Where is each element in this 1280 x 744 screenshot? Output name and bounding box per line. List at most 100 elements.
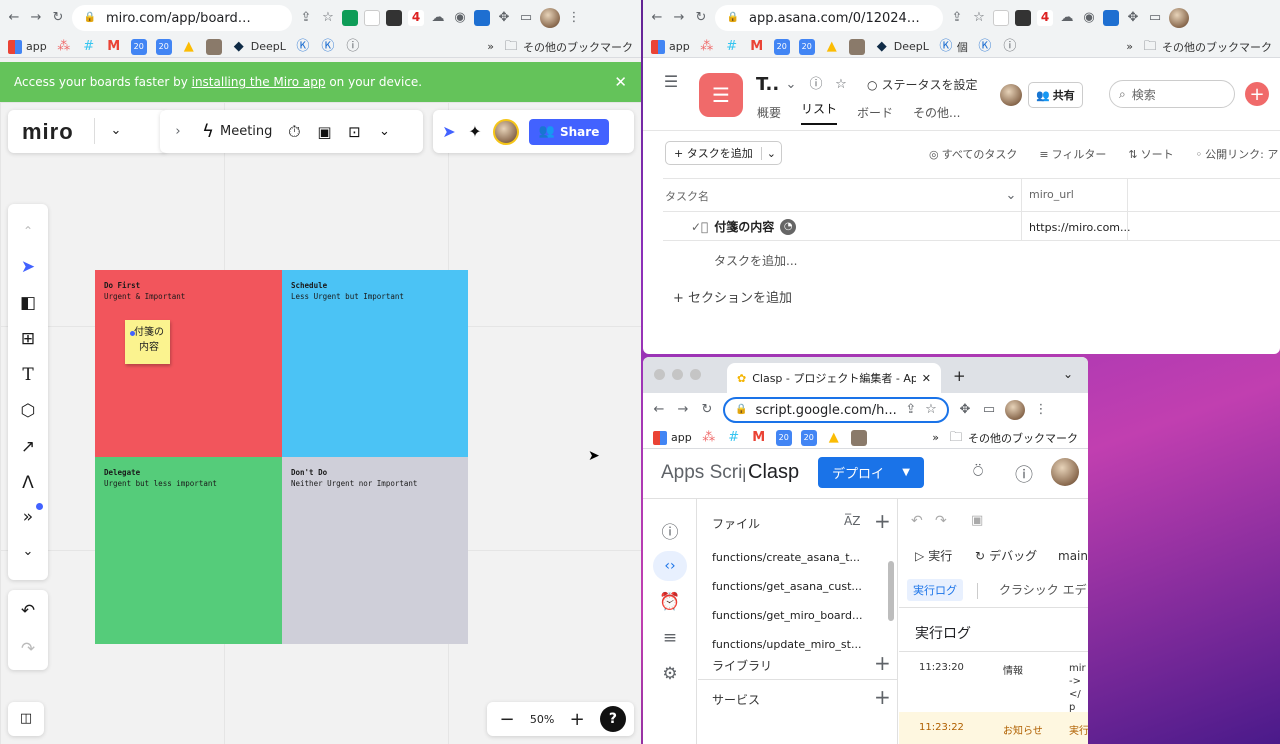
calendar2-bookmark-icon[interactable]: 20 <box>155 38 172 55</box>
k-bookmark-icon[interactable]: Ⓚ <box>295 39 311 55</box>
miro-address-bar[interactable]: 🔒 miro.com/app/board… <box>72 5 292 31</box>
title-chevron-icon[interactable]: ⌄ <box>783 77 799 93</box>
drive-bookmark-icon[interactable]: ▲ <box>824 39 840 55</box>
quadrant-dont-do[interactable]: Don't Do Neither Urgent nor Important <box>282 457 468 644</box>
help-button[interactable]: ? <box>599 706 626 732</box>
drive-bookmark-icon[interactable]: ▲ <box>181 39 197 55</box>
sidepanel-icon[interactable]: ▭ <box>981 402 997 418</box>
zoom-out-icon[interactable]: − <box>495 709 519 730</box>
miro-user-avatar[interactable] <box>493 118 519 145</box>
back-icon[interactable]: ← <box>6 10 22 26</box>
col-header-task-name[interactable]: タスク名 <box>665 188 709 204</box>
slack-bookmark-icon[interactable]: # <box>81 39 97 55</box>
bookmark-ext-icon[interactable] <box>1015 10 1031 26</box>
bookmark-overflow[interactable]: » <box>1126 40 1133 53</box>
menu-icon[interactable]: ⋮ <box>566 10 582 26</box>
bookmark-overflow[interactable]: » <box>932 431 939 444</box>
cloud-ext-icon[interactable]: ☁ <box>1059 10 1075 26</box>
bookmark-deepl[interactable]: ◆ DeepL <box>231 39 286 55</box>
info-bookmark-icon[interactable]: ⓘ <box>1002 39 1018 55</box>
bookmark-other[interactable]: 🗀 その他のブックマーク <box>503 39 633 55</box>
forward-icon[interactable]: → <box>28 10 44 26</box>
chrome-avatar[interactable] <box>1005 400 1025 420</box>
video-icon[interactable]: ▣ <box>316 124 332 140</box>
file-item[interactable]: functions/get_miro_board... <box>712 609 862 622</box>
photo-bookmark-icon[interactable] <box>850 429 867 446</box>
undo-icon[interactable]: ↶ <box>17 600 39 622</box>
bookmark-other[interactable]: 🗀 その他のブックマーク <box>1142 39 1272 55</box>
zoom-level[interactable]: 50% <box>530 713 554 726</box>
shape-tool-icon[interactable]: ⬡ <box>17 400 39 422</box>
file-item[interactable]: functions/update_miro_st... <box>712 638 861 651</box>
add-user-icon[interactable]: ⍥ <box>973 462 983 482</box>
banner-install-link[interactable]: installing the Miro app <box>192 75 326 89</box>
chrome-avatar[interactable] <box>1169 8 1189 28</box>
task-url-cell[interactable]: https://miro.com... <box>1029 221 1131 234</box>
add-service-icon[interactable]: + <box>874 685 891 709</box>
traffic-close[interactable] <box>654 369 665 380</box>
four-ext-icon[interactable]: 4 <box>1037 10 1053 26</box>
asana-bookmark-icon[interactable]: ⁂ <box>699 39 715 55</box>
function-select[interactable]: main <box>1058 549 1088 563</box>
back-icon[interactable]: ← <box>651 402 667 418</box>
celebrate-icon[interactable]: ✦ <box>467 123 483 140</box>
chrome-avatar[interactable] <box>540 8 560 28</box>
calendar2-bookmark-icon[interactable]: 20 <box>800 429 817 446</box>
puzzle-icon[interactable]: ✥ <box>496 10 512 26</box>
photo-bookmark-icon[interactable] <box>848 38 865 55</box>
apps-script-brand[interactable]: Apps Script <box>661 462 745 484</box>
windows-ext-icon[interactable] <box>474 10 490 26</box>
info-bookmark-icon[interactable]: ⓘ <box>345 39 361 55</box>
back-icon[interactable]: ← <box>649 10 665 26</box>
board-menu-chevron-icon[interactable]: ⌄ <box>108 123 124 139</box>
add-task-dropdown-icon[interactable]: ⌄ <box>760 146 781 160</box>
share-button[interactable]: 👥 Share <box>529 118 610 145</box>
drive-bookmark-icon[interactable]: ▲ <box>826 430 842 446</box>
star-icon[interactable]: ☆ <box>925 402 937 418</box>
k2-bookmark-icon[interactable]: Ⓚ <box>977 39 993 55</box>
traffic-min[interactable] <box>672 369 683 380</box>
redo-icon[interactable]: ↷ <box>17 638 39 660</box>
timer-ext-icon[interactable]: ◉ <box>452 10 468 26</box>
reload-icon[interactable]: ↻ <box>693 10 709 26</box>
bookmark-ext-icon[interactable] <box>386 10 402 26</box>
filter-button[interactable]: ≡ フィルター <box>1039 146 1106 162</box>
meeting-button[interactable]: ϟ Meeting <box>200 122 272 140</box>
more-tools-icon[interactable]: » <box>17 506 39 528</box>
timer-icon[interactable]: ⏱ <box>286 123 302 140</box>
more-chevron-icon[interactable]: ⌄ <box>376 124 392 140</box>
puzzle-icon[interactable]: ✥ <box>957 402 973 418</box>
pen-tool-icon[interactable]: Λ <box>17 472 39 494</box>
bookmark-other[interactable]: 🗀 その他のブックマーク <box>948 430 1078 446</box>
sort-az-icon[interactable]: A̅Z <box>844 514 860 528</box>
asana-search[interactable]: ⌕ 検索 <box>1109 80 1235 108</box>
deploy-button[interactable]: デプロイ ▼ <box>818 457 924 488</box>
task-name[interactable]: 付箋の内容 <box>714 218 774 235</box>
sidebar-toggle-button[interactable]: ◫ <box>8 702 44 736</box>
star-icon[interactable]: ☆ <box>320 10 336 26</box>
windows-ext-icon[interactable] <box>1103 10 1119 26</box>
slack-bookmark-icon[interactable]: # <box>726 430 742 446</box>
four-ext-icon[interactable]: 4 <box>408 10 424 26</box>
triggers-icon[interactable]: ⏰ <box>659 591 681 613</box>
banner-close-icon[interactable]: ✕ <box>614 73 627 91</box>
project-title[interactable]: T.. <box>756 74 779 95</box>
editor-icon[interactable]: ‹› <box>659 555 681 577</box>
gas-active-tab[interactable]: ✿ Clasp - プロジェクト編集者 - Ap ✕ <box>727 363 941 393</box>
all-tasks-filter[interactable]: ◎ すべてのタスク <box>929 146 1017 162</box>
tab-search-icon[interactable]: ⌄ <box>1063 367 1073 381</box>
sidepanel-icon[interactable]: ▭ <box>518 10 534 26</box>
add-file-icon[interactable]: + <box>874 509 891 533</box>
undo-icon[interactable]: ↶ <box>911 513 923 529</box>
k2-bookmark-icon[interactable]: Ⓚ <box>320 39 336 55</box>
bookmark-k[interactable]: Ⓚ 個 <box>938 39 968 55</box>
tab-board[interactable]: ボード <box>857 104 893 121</box>
forward-icon[interactable]: → <box>671 10 687 26</box>
bookmark-app[interactable]: app <box>651 39 690 54</box>
asana-address-bar[interactable]: 🔒 app.asana.com/0/12024… <box>715 5 943 31</box>
calendar2-bookmark-icon[interactable]: 20 <box>798 38 815 55</box>
photo-bookmark-icon[interactable] <box>205 38 222 55</box>
executions-icon[interactable]: ≡ <box>659 627 681 649</box>
gas-address-bar[interactable]: 🔒 script.google.com/h... ⇪ ☆ <box>723 397 949 423</box>
puzzle-icon[interactable]: ✥ <box>1125 10 1141 26</box>
